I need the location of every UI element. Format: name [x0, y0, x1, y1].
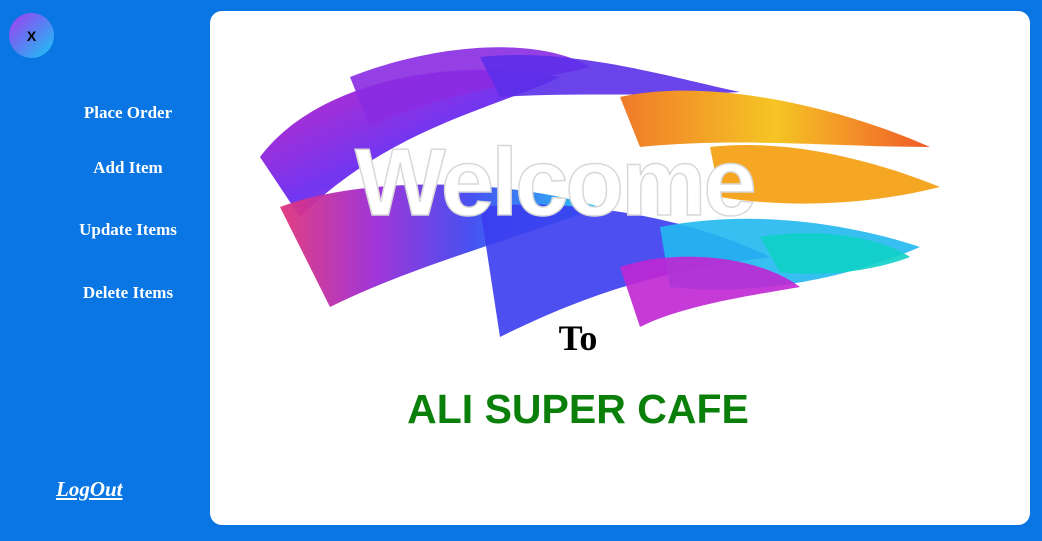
cafe-name-heading: ALI SUPER CAFE: [407, 386, 749, 432]
close-button[interactable]: X: [9, 13, 54, 58]
sidebar-item-delete-items[interactable]: Delete Items: [40, 283, 216, 303]
sidebar-item-place-order[interactable]: Place Order: [40, 103, 216, 123]
welcome-banner-image: Welcome: [260, 47, 940, 337]
sidebar-item-add-item[interactable]: Add Item: [40, 158, 216, 178]
logout-link[interactable]: LogOut: [56, 477, 123, 502]
sidebar-item-update-items[interactable]: Update Items: [40, 220, 216, 240]
main-panel: Welcome To ALI SUPER CAFE: [210, 11, 1030, 525]
to-text: To: [558, 318, 598, 358]
welcome-text: Welcome: [355, 129, 754, 236]
